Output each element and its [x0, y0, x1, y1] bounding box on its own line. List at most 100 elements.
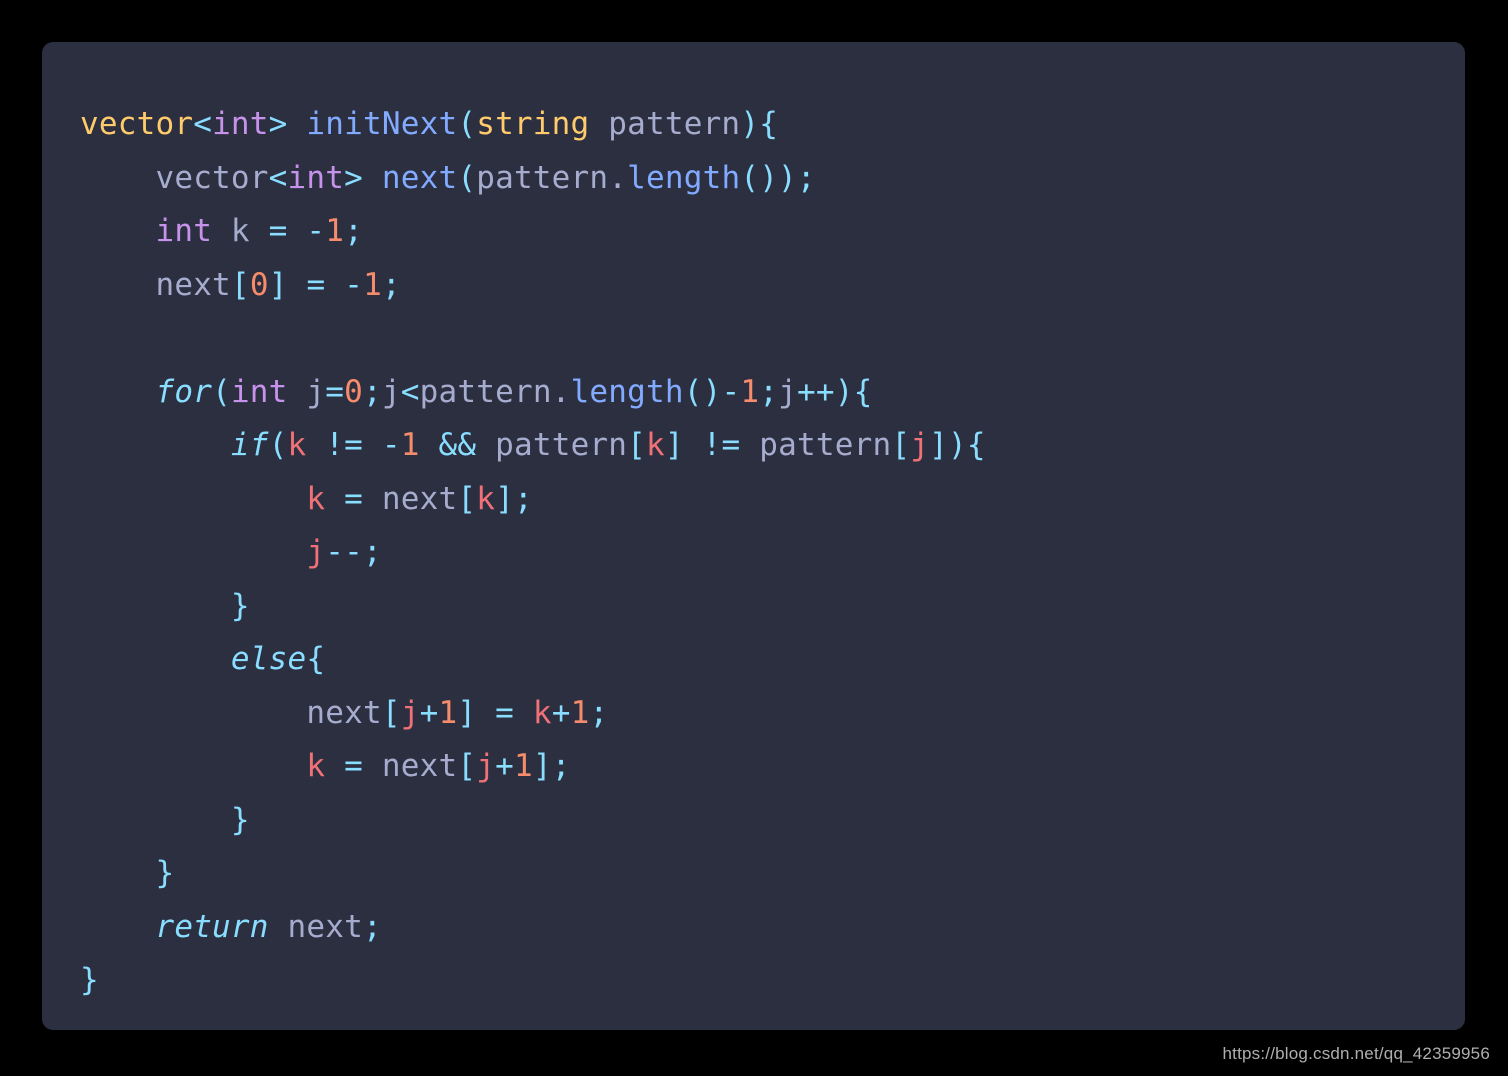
code-line: }	[80, 580, 1465, 634]
code-token-punctuation: ;	[589, 694, 609, 731]
code-token-variable-highlight: k	[306, 748, 326, 784]
code-token-punctuation: }	[230, 587, 250, 624]
code-token-punctuation: ;	[551, 748, 571, 784]
code-token-function: length	[570, 373, 684, 410]
code-token-plain: pattern	[589, 106, 741, 142]
code-token-punctuation: (	[268, 427, 288, 463]
code-token-punctuation: [	[230, 266, 250, 303]
code-line: next[j+1] = k+1;	[80, 687, 1465, 741]
code-token-number: 1	[325, 213, 345, 249]
code-line: vector<int> initNext(string pattern){	[80, 98, 1465, 152]
code-block[interactable]: vector<int> initNext(string pattern){ ve…	[80, 98, 1465, 1008]
code-token-punctuation: (	[457, 106, 477, 142]
code-token-punctuation: ;	[363, 373, 382, 410]
code-token-plain: pattern	[740, 427, 892, 463]
code-token-punctuation: )	[740, 106, 760, 142]
code-token-punctuation: {	[853, 373, 873, 410]
code-token-punctuation: +	[419, 694, 439, 731]
code-token-punctuation: (	[457, 159, 477, 196]
code-token-return-type: string	[476, 106, 590, 142]
code-token-punctuation: ]	[532, 748, 552, 784]
code-token-punctuation: [	[627, 427, 647, 463]
code-line: vector<int> next(pattern.length());	[80, 152, 1465, 206]
code-token-punctuation: =	[495, 694, 514, 731]
code-token-punctuation: ]	[457, 694, 477, 731]
code-token-punctuation: !=	[702, 427, 741, 463]
code-token-punctuation: -	[721, 373, 741, 410]
code-token-variable-highlight: j	[910, 427, 930, 463]
code-token-punctuation: =	[344, 748, 363, 784]
code-token-punctuation: -	[344, 266, 364, 303]
code-token-punctuation: ()	[683, 373, 722, 410]
code-token-plain: next	[268, 908, 363, 945]
code-token-type: int	[212, 106, 269, 142]
code-token-plain: next	[363, 748, 458, 784]
code-token-punctuation: ;	[362, 534, 382, 570]
code-token-variable-highlight: j	[476, 748, 496, 784]
code-line: return next;	[80, 901, 1465, 955]
code-token-plain: j	[778, 373, 797, 410]
code-token-variable-highlight: k	[476, 480, 496, 517]
code-token-variable-highlight: k	[306, 480, 326, 517]
code-token-plain: vector	[155, 159, 269, 196]
code-token-punctuation: {	[759, 106, 779, 142]
code-token-plain: pattern	[476, 427, 628, 463]
code-token-punctuation: -	[306, 213, 326, 249]
code-line: k = next[j+1];	[80, 740, 1465, 794]
code-token-punctuation: >	[268, 106, 288, 142]
code-token-punctuation: {	[966, 427, 986, 463]
code-token-punctuation: =	[306, 266, 326, 303]
code-token-plain: j	[381, 373, 401, 410]
code-token-punctuation: +	[551, 694, 571, 731]
code-token-punctuation: ;	[513, 480, 533, 517]
code-token-keyword: else	[230, 641, 307, 677]
code-line: int k = -1;	[80, 205, 1465, 259]
code-line: else{	[80, 633, 1465, 687]
code-token-plain: next	[363, 480, 458, 517]
code-token-number: 1	[740, 373, 760, 410]
code-token-punctuation: }	[230, 801, 250, 838]
code-token-punctuation: ;	[344, 213, 364, 249]
code-token-punctuation: ]	[929, 427, 948, 463]
code-token-number: 1	[438, 694, 458, 731]
code-token-punctuation: (	[212, 373, 231, 410]
code-line: k = next[k];	[80, 473, 1465, 527]
code-token-punctuation: }	[155, 855, 175, 891]
code-token-punctuation: +	[495, 748, 514, 784]
code-line: }	[80, 847, 1465, 901]
code-token-function: next	[381, 159, 458, 196]
code-snippet-card: vector<int> initNext(string pattern){ ve…	[42, 42, 1465, 1030]
code-token-punctuation: [	[891, 427, 911, 463]
code-token-plain: pattern.	[476, 159, 628, 196]
code-token-punctuation: =	[344, 480, 363, 517]
code-line: if(k != -1 && pattern[k] != pattern[j]){	[80, 419, 1465, 473]
code-token-punctuation: <	[193, 106, 213, 142]
code-token-punctuation: !=	[325, 427, 364, 463]
code-token-punctuation: >	[344, 159, 363, 196]
code-token-punctuation: }	[80, 962, 99, 998]
code-token-punctuation: <	[400, 373, 420, 410]
code-token-punctuation: )	[947, 427, 967, 463]
code-token-number: 1	[363, 266, 382, 303]
code-token-number: 0	[344, 373, 364, 410]
code-line: next[0] = -1;	[80, 259, 1465, 313]
code-line: j--;	[80, 526, 1465, 580]
code-token-variable-highlight: j	[306, 534, 326, 570]
code-token-keyword: for	[155, 373, 213, 410]
code-token-plain: pattern.	[419, 373, 571, 410]
code-line: }	[80, 794, 1465, 848]
code-token-plain: next	[155, 266, 231, 303]
code-token-variable-highlight: j	[400, 694, 420, 731]
